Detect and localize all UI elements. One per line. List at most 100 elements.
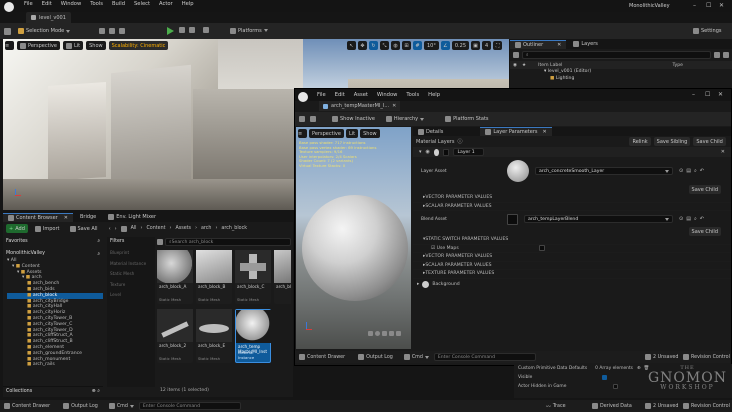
mat-lit-button[interactable]: Lit — [345, 129, 359, 138]
menu-file[interactable]: File — [24, 1, 33, 7]
minimize-icon[interactable]: – — [693, 2, 696, 9]
material-layers-help-icon[interactable]: ⓘ — [457, 138, 462, 145]
mat-output-log-button[interactable]: Output Log — [358, 354, 393, 360]
save-icon[interactable] — [4, 27, 11, 35]
selection-mode-button[interactable]: Selection Mode — [15, 27, 73, 36]
mat-viewport-menu-icon[interactable]: ≡ — [298, 129, 307, 138]
import-button[interactable]: Import — [32, 224, 63, 233]
cmd-button[interactable]: Cmd — [108, 403, 134, 409]
select-tool-icon[interactable]: ↖ — [347, 41, 356, 50]
static-switch-params-header[interactable]: ▾ STATIC SWITCH PARAMETER VALUES — [413, 236, 731, 245]
revision-control-button[interactable]: Revision Control — [683, 403, 730, 409]
mat-perspective-button[interactable]: Perspective — [309, 129, 344, 138]
mat-maximize-icon[interactable]: ☐ — [705, 91, 710, 98]
console-input[interactable]: Enter Console Command — [138, 402, 241, 410]
settings-button[interactable]: Settings — [690, 26, 725, 35]
menu-tools[interactable]: Tools — [90, 1, 103, 7]
menu-build[interactable]: Build — [112, 1, 125, 7]
mat-asset-tab[interactable]: arch_tempMasterMI_I... ✕ — [319, 101, 401, 111]
menu-help[interactable]: Help — [182, 1, 194, 7]
filter-blueprint[interactable]: Blueprint — [110, 248, 152, 259]
asset-arch-block-c[interactable]: arch_block_C Static Mesh — [235, 250, 271, 304]
level-tab[interactable]: level_v001 — [26, 12, 71, 23]
blend-asset-find-icon[interactable]: ⌕ — [694, 216, 697, 222]
browse-icon[interactable] — [310, 116, 316, 122]
breadcrumb-arch-block[interactable]: arch_block — [221, 226, 247, 231]
asset-arch-block-a[interactable]: arch_block_A Static Mesh — [157, 250, 193, 304]
asset-filter-icon[interactable] — [157, 239, 163, 245]
cube-icon[interactable] — [389, 331, 394, 336]
breadcrumb-arch[interactable]: arch — [201, 226, 211, 231]
layer-asset-reset-icon[interactable]: ↶ — [700, 168, 704, 174]
platform-stats-button[interactable]: Platform Stats — [442, 115, 491, 124]
layer-expand-icon[interactable]: ▾ — [419, 149, 422, 155]
derived-data-button[interactable]: Derived Data — [592, 403, 632, 409]
asset-search-input[interactable]: ⌕ Search arch_block — [165, 238, 291, 246]
add-folder-icon[interactable] — [714, 52, 720, 58]
menu-actor[interactable]: Actor — [159, 1, 173, 7]
cinematics-icon[interactable] — [119, 28, 126, 34]
camera-speed-icon[interactable]: ▣ — [471, 41, 481, 50]
close-icon[interactable]: ✕ — [719, 2, 724, 9]
mat-menu-window[interactable]: Window — [377, 92, 397, 98]
tab-env-light-mixer[interactable]: Env. Light Mixer — [103, 213, 161, 222]
layer-vector-params-header[interactable]: ▸ VECTOR PARAMETER VALUES — [413, 194, 731, 203]
save-child-button[interactable]: Save Child — [693, 137, 726, 146]
stop-icon[interactable] — [189, 27, 195, 33]
blend-save-child-button[interactable]: Save Child — [688, 227, 721, 236]
mat-revision-button[interactable]: Revision Control — [683, 354, 730, 360]
teapot-icon[interactable] — [396, 331, 401, 336]
layer-asset-find-icon[interactable]: ⌕ — [694, 168, 697, 174]
favorites-header[interactable]: Favorites ⌕ — [3, 237, 103, 245]
tab-content-browser[interactable]: Content Browser ✕ — [3, 212, 73, 222]
lit-button[interactable]: Lit — [62, 41, 84, 50]
surface-snap-icon[interactable]: ⊞ — [402, 41, 411, 50]
scale-snap-value[interactable]: 0.25 — [451, 41, 470, 50]
hierarchy-button[interactable]: Hierarchy — [383, 115, 427, 124]
collections-add-icon[interactable]: ⊕ ⌕ — [92, 388, 100, 394]
asset-arch-temp-mastermi-inst[interactable]: arch_temp MasterMI_Inst Material Instanc… — [235, 309, 272, 363]
viewport-menu-icon[interactable]: ≡ — [5, 41, 14, 50]
world-space-icon[interactable]: ◍ — [391, 41, 400, 50]
back-arrow-icon[interactable]: ‹ — [109, 226, 111, 232]
mat-console-input[interactable]: Enter Console Command — [433, 353, 536, 361]
mat-menu-file[interactable]: File — [317, 92, 326, 98]
scale-tool-icon[interactable]: ⤡ — [380, 41, 389, 50]
layer-asset-picker[interactable]: arch_concreteSmooth_Layer — [535, 167, 673, 175]
use-maps-checkbox[interactable]: ☑ — [431, 246, 435, 251]
filter-icon[interactable] — [513, 52, 519, 58]
maximize-viewport-icon[interactable]: ⛶ — [493, 41, 503, 50]
mat-unsaved-button[interactable]: 2 Unsaved — [645, 354, 678, 360]
project-header[interactable]: MonolithicValley ⌕ — [3, 249, 103, 258]
play-icon[interactable] — [167, 27, 174, 35]
add-button[interactable]: + Add — [6, 224, 28, 233]
save-all-button[interactable]: Save All — [67, 224, 101, 233]
layer-scalar-params-header[interactable]: ▸ SCALAR PARAMETER VALUES — [413, 203, 731, 211]
forward-arrow-icon[interactable]: › — [115, 226, 117, 232]
mat-show-button[interactable]: Show — [360, 129, 380, 138]
mat-menu-help[interactable]: Help — [428, 92, 440, 98]
output-log-button[interactable]: Output Log — [63, 403, 98, 409]
layer-delete-icon[interactable]: ✕ — [721, 149, 725, 155]
breadcrumb-assets[interactable]: Assets — [175, 226, 191, 231]
layer-name-field[interactable]: Layer 1 — [453, 148, 484, 156]
mat-tab-close-icon[interactable]: ✕ — [392, 103, 396, 109]
asset-arch-block-b[interactable]: arch_block_B Static Mesh — [196, 250, 232, 304]
relink-button[interactable]: Relink — [629, 137, 651, 146]
blend-asset-reset-icon[interactable]: ↶ — [700, 216, 704, 222]
tab-layers[interactable]: Layers — [568, 40, 603, 49]
mat-cmd-button[interactable]: Cmd — [403, 354, 429, 360]
grid-snap-value[interactable]: 10° — [424, 41, 439, 50]
move-tool-icon[interactable]: ✥ — [358, 41, 367, 50]
grid-snap-icon[interactable]: # — [413, 41, 422, 50]
outliner-settings-icon[interactable] — [723, 52, 729, 58]
filter-level[interactable]: Level — [110, 290, 152, 301]
visibility-column-icon[interactable]: ◉ — [513, 63, 517, 68]
actor-hidden-checkbox[interactable] — [613, 384, 619, 389]
filter-texture[interactable]: Texture — [110, 280, 152, 291]
tab-details[interactable]: Details — [413, 127, 448, 136]
mat-menu-edit[interactable]: Edit — [335, 92, 345, 98]
save-sibling-button[interactable]: Save Sibling — [653, 137, 691, 146]
layer-visibility-icon[interactable]: ◉ — [426, 149, 430, 155]
type-header[interactable]: Type — [672, 63, 683, 68]
